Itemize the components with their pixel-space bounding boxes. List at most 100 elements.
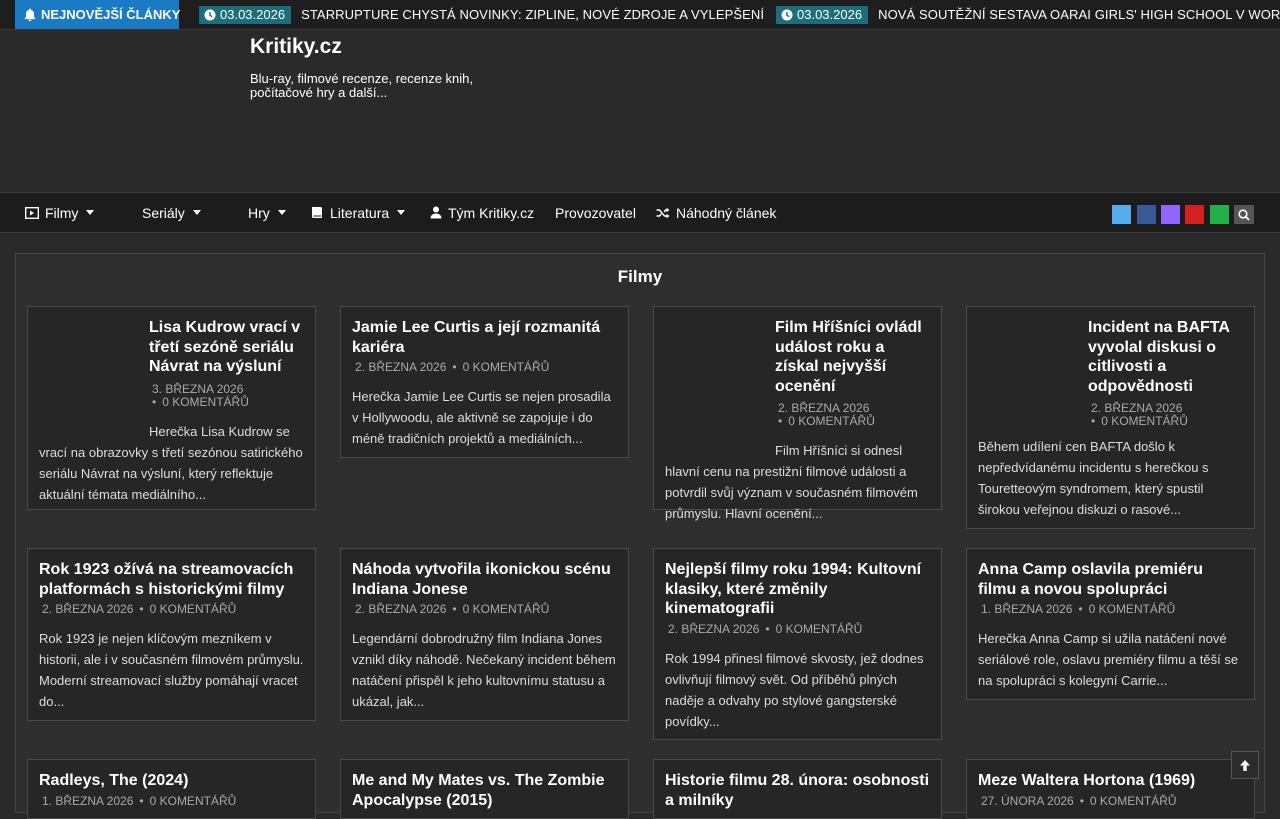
caret-down-icon	[86, 210, 95, 215]
article-date[interactable]: 1. BŘEZNA 2026	[42, 794, 133, 808]
news-ticker: NEJNOVĚJŠÍ ČLÁNKY 03.03.2026 STARRUPTURE…	[0, 0, 1280, 30]
article-title[interactable]: Lisa Kudrow vrací v třetí sezóně seriálu…	[149, 318, 304, 377]
article-meta: 27. ÚNORA 2026 • 0 KOMENTÁŘŮ	[981, 793, 1177, 808]
search-icon	[1238, 208, 1250, 221]
article-card[interactable]: Náhoda vytvořila ikonickou scénu Indiana…	[340, 548, 629, 721]
article-card[interactable]: Radleys, The (2024) 1. BŘEZNA 2026 • 0 KOM…	[27, 759, 316, 819]
ticker-title[interactable]: NOVÁ SOUTĚŽNÍ SESTAVA OARAI GIRLS' HIGH …	[878, 7, 1280, 22]
clock-icon	[204, 9, 216, 20]
article-meta: 2. BŘEZNA 2026 • 0 KOMENTÁŘŮ	[668, 621, 863, 636]
article-title[interactable]: Meze Waltera Hortona (1969)	[978, 771, 1243, 791]
twitch-icon[interactable]	[1161, 205, 1180, 224]
bell-icon	[24, 8, 36, 22]
article-comments[interactable]: 0 KOMENTÁŘŮ	[1089, 602, 1176, 616]
article-meta: 2. BŘEZNA 2026 • 0 KOMENTÁŘŮ	[1091, 401, 1188, 428]
article-meta: 1. BŘEZNA 2026 • 0 KOMENTÁŘŮ	[981, 602, 1176, 616]
article-card[interactable]: Jamie Lee Curtis a její rozmanitá kariér…	[340, 306, 629, 458]
article-excerpt: Legendární dobrodružný film Indiana Jone…	[352, 631, 616, 709]
article-title[interactable]: Historie filmu 28. února: osobnosti a mi…	[665, 771, 930, 810]
article-card[interactable]: Incident na BAFTA vyvolal diskusi o citl…	[966, 306, 1255, 529]
article-date[interactable]: 27. ÚNORA 2026	[981, 794, 1074, 808]
article-card[interactable]: Rok 1923 ožívá na streamovacích platform…	[27, 548, 316, 721]
article-excerpt: Herečka Anna Camp si užila natáčení nové…	[978, 631, 1239, 688]
nav-label: Náhodný článek	[676, 204, 777, 221]
scroll-to-top-button[interactable]	[1231, 751, 1259, 779]
article-excerpt: Herečka Jamie Lee Curtis se nejen prosad…	[352, 389, 611, 446]
article-title[interactable]: Film Hříšníci ovládl událost roku a získ…	[775, 318, 930, 396]
article-comments[interactable]: 0 KOMENTÁŘŮ	[463, 602, 550, 616]
site-header: Kritiky.cz Blu-ray, filmové recenze, rec…	[0, 30, 1280, 192]
article-date[interactable]: 2. BŘEZNA 2026	[668, 622, 759, 636]
section-panel: Filmy Lisa Kudrow vrací v třetí sezóně s…	[15, 253, 1265, 819]
article-comments[interactable]: 0 KOMENTÁŘŮ	[150, 602, 237, 616]
nav-item-literatura[interactable]: Literatura	[311, 193, 406, 232]
article-date[interactable]: 2. BŘEZNA 2026	[778, 401, 869, 415]
article-comments[interactable]: 0 KOMENTÁŘŮ	[1090, 794, 1177, 808]
article-date[interactable]: 3. BŘEZNA 2026	[152, 382, 243, 396]
nav-label: Hry	[248, 204, 270, 221]
film-icon	[25, 206, 39, 219]
nav-item-provozovatel[interactable]: Provozovatel	[555, 193, 636, 232]
article-date[interactable]: 1. BŘEZNA 2026	[981, 602, 1072, 616]
article-title[interactable]: Náhoda vytvořila ikonickou scénu Indiana…	[352, 560, 617, 599]
article-title[interactable]: Radleys, The (2024)	[39, 771, 304, 791]
article-card[interactable]: Historie filmu 28. února: osobnosti a mi…	[653, 759, 942, 819]
caret-down-icon	[277, 210, 286, 215]
article-comments[interactable]: 0 KOMENTÁŘŮ	[788, 414, 875, 428]
article-card[interactable]: Lisa Kudrow vrací v třetí sezóně seriálu…	[27, 306, 316, 510]
clock-icon	[781, 9, 793, 20]
article-card[interactable]: Film Hříšníci ovládl událost roku a získ…	[653, 306, 942, 521]
article-title[interactable]: Me and My Mates vs. The Zombie Apocalyps…	[352, 771, 617, 810]
article-excerpt: Herečka Lisa Kudrow se vrací na obrazovk…	[39, 423, 303, 502]
article-title[interactable]: Incident na BAFTA vyvolal diskusi o citl…	[1088, 318, 1243, 396]
nav-item-filmy[interactable]: Filmy	[25, 193, 95, 232]
article-title[interactable]: Jamie Lee Curtis a její rozmanitá kariér…	[352, 318, 617, 357]
article-excerpt: Rok 1994 přinesl filmové skvosty, jež do…	[665, 650, 924, 729]
article-date[interactable]: 2. BŘEZNA 2026	[355, 360, 446, 374]
ticker-item[interactable]: 03.03.2026 NOVÁ SOUTĚŽNÍ SESTAVA OARAI G…	[776, 0, 1280, 29]
article-date[interactable]: 2. BŘEZNA 2026	[42, 602, 133, 616]
article-comments[interactable]: 0 KOMENTÁŘŮ	[150, 794, 237, 808]
facebook-icon[interactable]	[1137, 205, 1156, 224]
youtube-icon[interactable]	[1185, 205, 1204, 224]
article-comments[interactable]: 0 KOMENTÁŘŮ	[162, 395, 249, 409]
site-title[interactable]: Kritiky.cz	[250, 35, 342, 59]
caret-down-icon	[397, 210, 406, 215]
article-excerpt: Film Hříšníci si odnesl hlavní cenu na p…	[665, 443, 918, 521]
twitter-icon[interactable]	[1112, 205, 1131, 224]
search-button[interactable]	[1234, 205, 1254, 224]
article-excerpt: Během udílení cen BAFTA došlo k nepředví…	[978, 439, 1209, 517]
article-comments[interactable]: 0 KOMENTÁŘŮ	[1101, 414, 1188, 428]
article-comments[interactable]: 0 KOMENTÁŘŮ	[776, 622, 863, 636]
nav-label: Tým Kritiky.cz	[448, 204, 535, 221]
section-title[interactable]: Filmy	[16, 267, 1264, 287]
site-description: Blu-ray, filmové recenze, recenze knih, …	[250, 71, 474, 100]
nav-item-serialy[interactable]: Seriály	[142, 193, 201, 232]
ticker-item[interactable]: 03.03.2026 STARRUPTURE CHYSTÁ NOVINKY: Z…	[199, 0, 764, 29]
ticker-title[interactable]: STARRUPTURE CHYSTÁ NOVINKY: ZIPLINE, NOV…	[301, 7, 764, 22]
nav-label: Filmy	[45, 204, 79, 221]
arrow-up-icon	[1240, 759, 1250, 771]
nav-item-tym[interactable]: Tým Kritiky.cz	[430, 193, 534, 232]
shuffle-icon	[656, 207, 670, 219]
article-card[interactable]: Nejlepší filmy roku 1994: Kultovní klasi…	[653, 548, 942, 740]
main-nav: Filmy Seriály Hry Literatura Tým Kritiky…	[0, 192, 1280, 233]
article-date[interactable]: 2. BŘEZNA 2026	[1091, 401, 1182, 415]
article-card[interactable]: Me and My Mates vs. The Zombie Apocalyps…	[340, 759, 629, 819]
article-card[interactable]: Anna Camp oslavila premiéru filmu a novo…	[966, 548, 1255, 700]
article-meta: 3. BŘEZNA 2026 • 0 KOMENTÁŘŮ	[152, 381, 249, 409]
article-title[interactable]: Anna Camp oslavila premiéru filmu a novo…	[978, 560, 1243, 599]
caret-down-icon	[192, 210, 201, 215]
article-date[interactable]: 2. BŘEZNA 2026	[355, 602, 446, 616]
nav-item-nahodny-clanek[interactable]: Náhodný článek	[656, 193, 776, 232]
nav-label: Literatura	[330, 204, 390, 221]
article-card[interactable]: Meze Waltera Hortona (1969) 27. ÚNORA 20…	[966, 759, 1255, 819]
user-icon	[430, 206, 442, 219]
book-icon	[311, 206, 324, 219]
rss-icon[interactable]	[1210, 205, 1229, 224]
article-title[interactable]: Nejlepší filmy roku 1994: Kultovní klasi…	[665, 560, 930, 619]
article-comments[interactable]: 0 KOMENTÁŘŮ	[463, 360, 550, 374]
article-title[interactable]: Rok 1923 ožívá na streamovacích platform…	[39, 560, 304, 599]
nav-item-hry[interactable]: Hry	[248, 193, 286, 232]
ticker-date: 03.03.2026	[776, 5, 869, 24]
